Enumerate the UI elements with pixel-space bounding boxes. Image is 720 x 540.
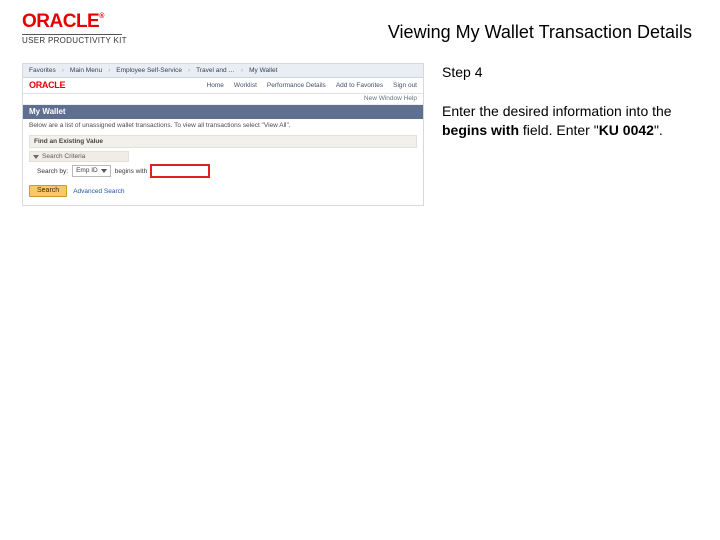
search-criteria-header[interactable]: Search Criteria [29,151,129,162]
instr-value: KU 0042 [599,122,654,138]
breadcrumb-item[interactable]: Travel and … [196,67,235,74]
nav-fav[interactable]: Add to Favorites [336,82,383,89]
app-brand: ORACLE [29,80,65,90]
nav-worklist[interactable]: Worklist [234,82,257,89]
breadcrumb-item[interactable]: Main Menu [70,67,102,74]
brand-trademark: ® [99,13,104,20]
search-criteria-label: Search Criteria [42,153,85,160]
nav-perf[interactable]: Performance Details [267,82,326,89]
instruction-text: Enter the desired information into the b… [442,102,698,140]
breadcrumb-item[interactable]: Employee Self-Service [116,67,182,74]
search-by-label: Search by: [37,168,68,175]
breadcrumb: Favorites› Main Menu› Employee Self-Serv… [23,64,423,78]
match-mode-text: begins with [115,168,148,175]
global-nav: Home Worklist Performance Details Add to… [207,82,417,89]
brand-subtitle: USER PRODUCTIVITY KIT [22,36,127,45]
search-by-select[interactable]: Emp ID [72,165,111,177]
instr-post: ". [654,122,663,138]
brand-logo: ORACLE® USER PRODUCTIVITY KIT [22,12,127,45]
instr-field: begins with [442,122,519,138]
page-title: Viewing My Wallet Transaction Details [127,12,698,43]
app-screenshot: Favorites› Main Menu› Employee Self-Serv… [22,63,424,206]
breadcrumb-item[interactable]: My Wallet [249,67,277,74]
tab-find-existing[interactable]: Find an Existing Value [29,135,417,148]
window-tools[interactable]: New Window Help [23,94,423,105]
search-button[interactable]: Search [29,185,67,197]
nav-home[interactable]: Home [207,82,224,89]
step-label: Step 4 [442,63,698,82]
search-by-value: Emp ID [76,166,98,176]
brand-word: ORACLE [22,11,99,32]
breadcrumb-item[interactable]: Favorites [29,67,56,74]
instr-mid: field. Enter " [519,122,599,138]
content-description: Below are a list of unassigned wallet tr… [23,119,423,133]
nav-signout[interactable]: Sign out [393,82,417,89]
chevron-down-icon [101,169,107,173]
begins-with-input[interactable] [151,165,209,177]
instr-pre: Enter the desired information into the [442,103,672,119]
chevron-down-icon [33,155,39,159]
brand-rule [22,34,122,35]
advanced-search-link[interactable]: Advanced Search [73,188,124,195]
content-title: My Wallet [23,105,423,119]
